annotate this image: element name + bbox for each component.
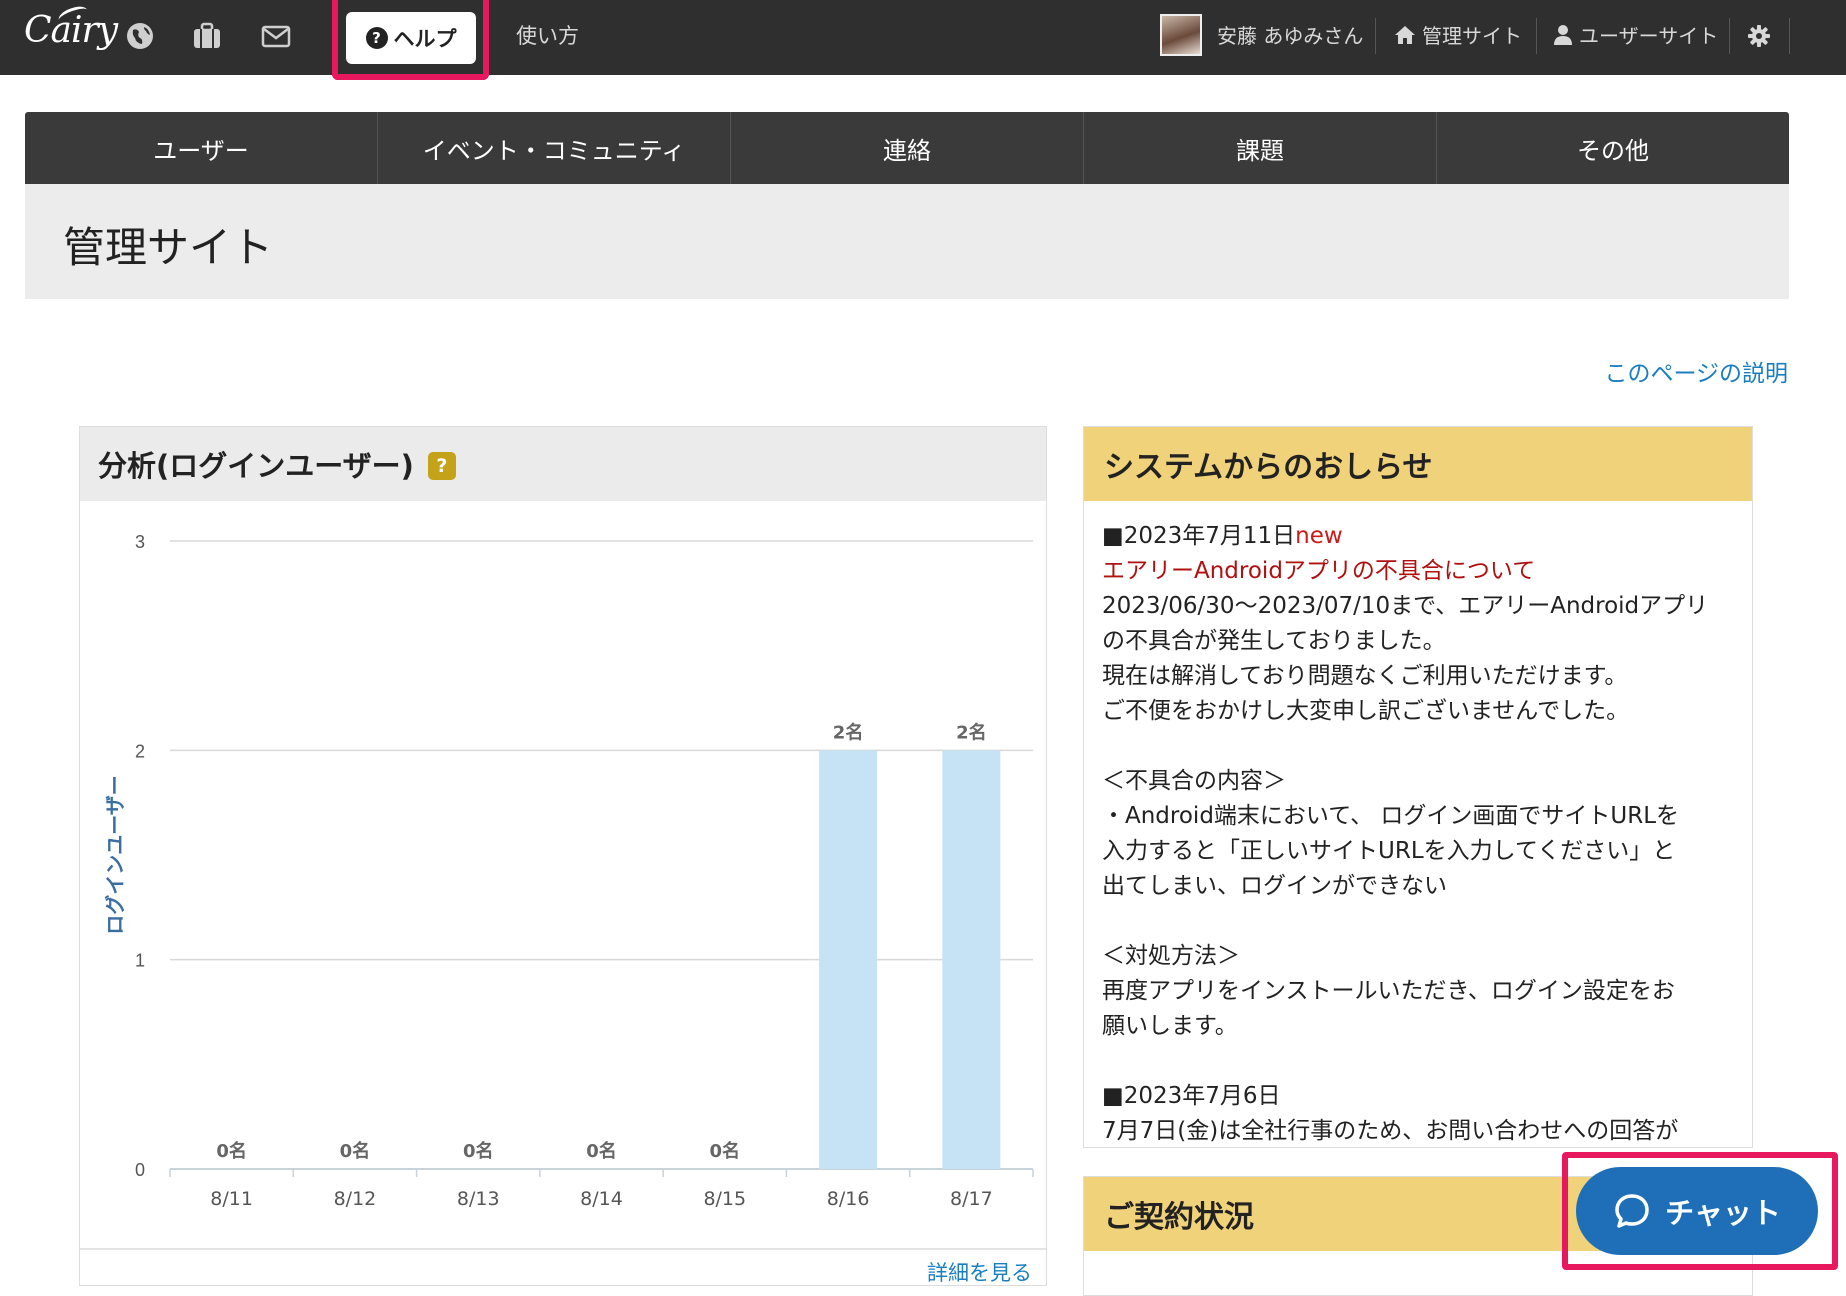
user-name[interactable]: 安藤 あゆみさん [1217, 20, 1363, 49]
divider [1375, 18, 1376, 54]
divider [1789, 18, 1790, 54]
analysis-header: 分析(ログインユーザー) ? [80, 427, 1046, 501]
bar [819, 750, 878, 1169]
data-label: 2名 [833, 721, 864, 743]
notice-text: 7月7日(金)は全社行事のため、お問い合わせへの回答が [1102, 1118, 1679, 1144]
nav-item-contact[interactable]: 連絡 [731, 112, 1084, 184]
envelope-icon[interactable] [260, 20, 292, 52]
notice-link[interactable]: エアリーAndroidアプリの不具合について [1102, 554, 1734, 589]
main-nav: ユーザー イベント・コミュニティ 連絡 課題 その他 [25, 112, 1789, 184]
notice-title: システムからのおしらせ [1084, 427, 1752, 501]
x-tick-label: 8/17 [950, 1188, 993, 1210]
notice-text: 出てしまい、ログインができない [1102, 873, 1447, 899]
chat-label: チャット [1665, 1196, 1781, 1230]
notice-text: の不具合が発生しておりました。 [1102, 628, 1446, 654]
notice-text: 再度アプリをインストールいただき、ログイン設定をお [1102, 978, 1675, 1004]
notice-date: ■2023年7月11日 [1102, 523, 1296, 549]
user-site-label: ユーザーサイト [1579, 24, 1719, 48]
x-tick-label: 8/11 [210, 1188, 253, 1210]
y-tick-label: 1 [135, 951, 145, 971]
notice-text: ご不便をおかけし大変申し訳ございませんでした。 [1102, 698, 1630, 724]
notice-text: 入力すると「正しいサイトURLを入力してください」と [1102, 838, 1676, 864]
new-badge: new [1295, 523, 1343, 549]
chat-bubble-icon [1615, 1194, 1649, 1228]
data-label: 0名 [710, 1140, 741, 1162]
globe-icon[interactable] [124, 20, 156, 52]
notice-text: ＜不具合の内容＞ [1102, 768, 1286, 794]
nav-item-tasks[interactable]: 課題 [1084, 112, 1437, 184]
y-axis-label: ログインユーザー [103, 775, 127, 935]
admin-site-label: 管理サイト [1422, 24, 1522, 48]
login-users-chart: 0 1 2 3 ログインユーザー 0名 8/11 0名 8/12 0名 8/13 0名 8/14 0名 8/… [80, 532, 1046, 1250]
analysis-card: 分析(ログインユーザー) ? 0 1 2 3 ログインユーザー 0名 8/11 0名 8/12 0… [79, 426, 1047, 1286]
help-badge-icon[interactable]: ? [427, 452, 456, 480]
x-tick-label: 8/16 [827, 1188, 870, 1210]
notice-date: ■2023年7月6日 [1102, 1083, 1281, 1109]
nav-item-users[interactable]: ユーザー [25, 112, 378, 184]
help-button[interactable]: ? ヘルプ [346, 12, 476, 64]
notice-text: ・Android端末において、 ログイン画面でサイトURLを [1102, 803, 1680, 829]
data-label: 0名 [340, 1140, 371, 1162]
nav-item-other[interactable]: その他 [1437, 112, 1789, 184]
top-bar: Cairy ? ヘルプ 使い方 安藤 あゆみさん 管理サイト ユーザーサイト [0, 0, 1846, 80]
avatar[interactable] [1160, 14, 1202, 56]
briefcase-icon[interactable] [191, 20, 223, 52]
user-icon [1554, 24, 1572, 45]
divider [1729, 18, 1730, 54]
help-label: ヘルプ [393, 27, 457, 51]
bar [942, 750, 1001, 1169]
home-icon [1395, 25, 1415, 44]
usage-link[interactable]: 使い方 [516, 20, 579, 50]
y-tick-label: 3 [135, 532, 145, 552]
data-label: 0名 [463, 1140, 494, 1162]
data-label: 0名 [216, 1140, 247, 1162]
title-bar: 管理サイト [25, 184, 1789, 299]
notice-card: システムからのおしらせ ■2023年7月11日new エアリーAndroidアプ… [1083, 426, 1753, 1148]
admin-site-link[interactable]: 管理サイト [1394, 20, 1522, 49]
gear-icon[interactable] [1747, 24, 1771, 48]
y-tick-label: 2 [135, 741, 145, 761]
data-label: 0名 [586, 1140, 617, 1162]
data-label: 2名 [956, 721, 987, 743]
notice-body: ■2023年7月11日new エアリーAndroidアプリの不具合について 20… [1084, 501, 1752, 1147]
page-title: 管理サイト [63, 223, 274, 272]
y-tick-label: 0 [135, 1160, 145, 1180]
detail-link[interactable]: 詳細を見る [927, 1257, 1032, 1287]
x-tick-label: 8/14 [580, 1188, 623, 1210]
chat-button[interactable]: チャット [1576, 1167, 1818, 1255]
help-circle-icon: ? [365, 27, 388, 49]
notice-date-row: ■2023年7月11日new [1102, 519, 1734, 554]
analysis-title: 分析(ログインユーザー) [98, 449, 414, 483]
x-tick-label: 8/15 [703, 1188, 746, 1210]
notice-text: ＜対処方法＞ [1102, 943, 1240, 969]
notice-text: 現在は解消しており問題なくご利用いただけます。 [1102, 663, 1628, 689]
notice-text: 願いします。 [1102, 1013, 1238, 1039]
notice-text: 2023/06/30〜2023/07/10まで、エアリーAndroidアプリ [1102, 593, 1709, 619]
nav-item-events[interactable]: イベント・コミュニティ [378, 112, 731, 184]
user-site-link[interactable]: ユーザーサイト [1553, 20, 1718, 49]
page-explain-link[interactable]: このページの説明 [1604, 354, 1788, 388]
x-tick-label: 8/13 [457, 1188, 500, 1210]
divider [1536, 18, 1537, 54]
x-tick-label: 8/12 [334, 1188, 377, 1210]
